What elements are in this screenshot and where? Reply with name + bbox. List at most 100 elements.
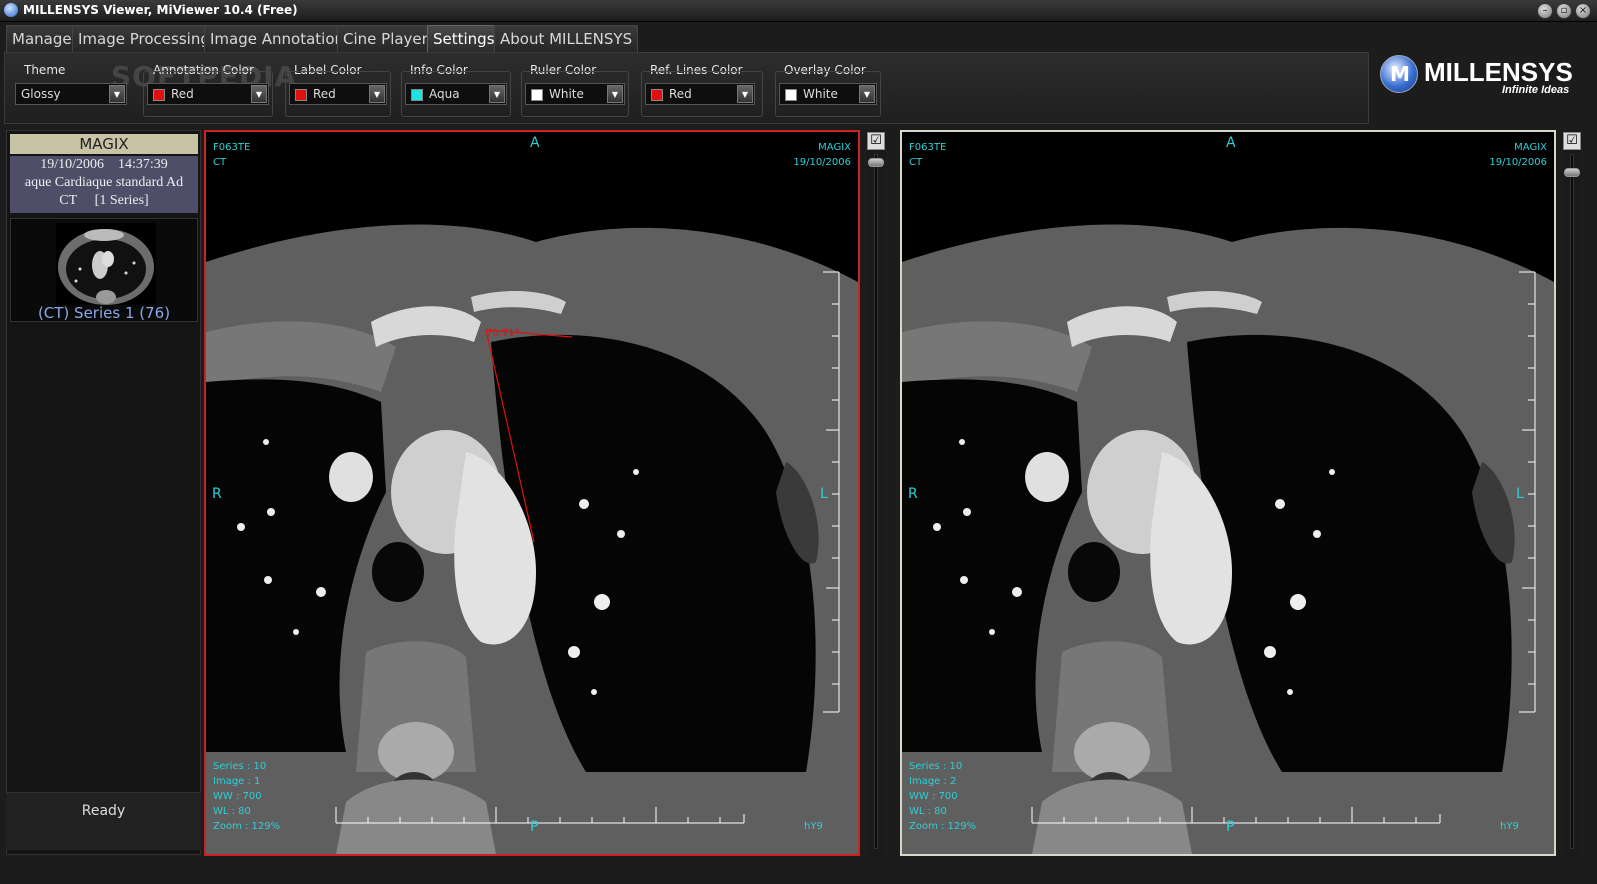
image-number: Image : 2 bbox=[909, 776, 957, 787]
color-swatch bbox=[785, 89, 797, 101]
viewport-2-image-info: Series : 10 Image : 2 WW : 700 WL : 80 Z… bbox=[909, 759, 976, 834]
color-swatch bbox=[295, 89, 307, 101]
logo-letter: M bbox=[1390, 62, 1410, 86]
series-thumbnail-item[interactable]: (CT) Series 1 (76) bbox=[10, 218, 198, 322]
label-color-select[interactable]: Red ▼ bbox=[289, 83, 387, 105]
window-title: MILLENSYS Viewer, MiViewer 10.4 (Free) bbox=[23, 3, 298, 17]
millensys-logo: M MILLENSYS Infinite Ideas bbox=[1380, 53, 1590, 108]
ref-lines-color-select[interactable]: Red ▼ bbox=[645, 83, 755, 105]
orientation-right: L bbox=[820, 486, 828, 502]
ruler-color-select[interactable]: White ▼ bbox=[525, 83, 625, 105]
overlay-color-select[interactable]: White ▼ bbox=[779, 83, 877, 105]
series-thumbnail-image[interactable] bbox=[56, 223, 156, 305]
orientation-left: R bbox=[212, 486, 222, 502]
tab-cine-player[interactable]: Cine Player bbox=[337, 25, 434, 52]
window-level: WL : 80 bbox=[213, 806, 251, 817]
maximize-icon[interactable]: ▫ bbox=[1556, 3, 1572, 19]
theme-label: Theme bbox=[24, 63, 66, 77]
minimize-icon[interactable]: – bbox=[1537, 3, 1553, 19]
status-text: Ready bbox=[81, 803, 126, 819]
study-time: 14:37:39 bbox=[118, 157, 168, 172]
institution: MAGIX bbox=[818, 142, 851, 153]
tab-settings[interactable]: Settings bbox=[427, 25, 501, 52]
chevron-down-icon[interactable]: ▼ bbox=[737, 85, 753, 103]
window-width: WW : 700 bbox=[213, 791, 262, 802]
image-number: Image : 1 bbox=[213, 776, 261, 787]
status-bar: Ready bbox=[6, 792, 201, 850]
chevron-down-icon[interactable]: ▼ bbox=[109, 85, 125, 103]
close-icon[interactable]: × bbox=[1575, 3, 1591, 19]
patient-id: F063TE bbox=[909, 142, 947, 153]
viewport-1-scrollbar[interactable]: ☑ bbox=[866, 130, 886, 856]
annotation-color-select[interactable]: Red ▼ bbox=[147, 83, 269, 105]
viewport-2-institution-info: MAGIX 19/10/2006 bbox=[1489, 140, 1547, 170]
orientation-bottom: P bbox=[1226, 819, 1235, 835]
corner-label: hY9 bbox=[1500, 821, 1519, 832]
color-swatch bbox=[531, 89, 543, 101]
info-color-select[interactable]: Aqua ▼ bbox=[405, 83, 507, 105]
institution: MAGIX bbox=[1514, 142, 1547, 153]
tab-about[interactable]: About MILLENSYS bbox=[494, 25, 639, 52]
window-level: WL : 80 bbox=[909, 806, 947, 817]
ct-image-2[interactable] bbox=[902, 132, 1554, 855]
zoom-level: Zoom : 129% bbox=[909, 821, 977, 832]
theme-select[interactable]: Glossy ▼ bbox=[15, 83, 127, 105]
chevron-down-icon[interactable]: ▼ bbox=[251, 85, 267, 103]
ref-lines-color-value: Red bbox=[669, 87, 692, 101]
logo-tagline: Infinite Ideas bbox=[1502, 84, 1570, 96]
tab-manage[interactable]: Manage bbox=[6, 25, 78, 52]
viewport-1-image-info: Series : 10 Image : 1 WW : 700 WL : 80 Z… bbox=[213, 759, 280, 834]
orientation-top: A bbox=[1226, 135, 1236, 151]
theme-value: Glossy bbox=[21, 87, 61, 101]
modality: CT bbox=[213, 157, 227, 168]
viewport-2-scrollbar[interactable]: ☑ bbox=[1562, 130, 1582, 856]
corner-label: hY9 bbox=[804, 821, 823, 832]
orientation-bottom: P bbox=[530, 819, 539, 835]
series-number: Series : 10 bbox=[909, 761, 963, 772]
study-date: 19/10/2006 bbox=[40, 157, 104, 172]
patient-id: F063TE bbox=[213, 142, 251, 153]
label-color-value: Red bbox=[313, 87, 336, 101]
chevron-down-icon[interactable]: ▼ bbox=[607, 85, 623, 103]
study-date-overlay: 19/10/2006 bbox=[1489, 157, 1547, 168]
angle-label: 70.71° bbox=[486, 328, 520, 339]
study-header[interactable]: MAGIX bbox=[10, 134, 198, 154]
orientation-top: A bbox=[530, 135, 540, 151]
modality: CT bbox=[909, 157, 923, 168]
info-color-value: Aqua bbox=[429, 87, 460, 101]
sync-checkbox-icon[interactable]: ☑ bbox=[867, 132, 885, 150]
ruler-color-value: White bbox=[549, 87, 584, 101]
tab-image-annotation[interactable]: Image Annotation bbox=[204, 25, 351, 52]
ct-image-1[interactable] bbox=[206, 132, 858, 855]
study-series-count: [1 Series] bbox=[94, 193, 149, 208]
viewport-2-patient-info: F063TE CT bbox=[909, 140, 946, 170]
viewport-2[interactable]: F063TE CT MAGIX 19/10/2006 A P R L Serie… bbox=[900, 130, 1556, 856]
series-label: (CT) Series 1 (76) bbox=[37, 304, 171, 322]
color-swatch bbox=[651, 89, 663, 101]
scroll-thumb[interactable] bbox=[868, 158, 884, 167]
app-icon[interactable] bbox=[4, 3, 18, 17]
study-browser: MAGIX 19/10/2006 14:37:39 aque Cardiaque… bbox=[6, 130, 201, 855]
tab-image-processing[interactable]: Image Processing bbox=[72, 25, 216, 52]
zoom-level: Zoom : 129% bbox=[213, 821, 281, 832]
sync-checkbox-icon[interactable]: ☑ bbox=[1563, 132, 1581, 150]
settings-ribbon: SOFTPEDIA Theme Glossy ▼ Annotation Colo… bbox=[4, 52, 1369, 124]
orientation-right: L bbox=[1516, 486, 1524, 502]
chevron-down-icon[interactable]: ▼ bbox=[489, 85, 505, 103]
scroll-thumb[interactable] bbox=[1564, 168, 1580, 177]
logo-orb-icon: M bbox=[1380, 55, 1418, 93]
viewport-1[interactable]: F063TE CT MAGIX 19/10/2006 A P R L 70.71… bbox=[204, 130, 860, 856]
chevron-down-icon[interactable]: ▼ bbox=[859, 85, 875, 103]
study-description: aque Cardiaque standard Ad bbox=[24, 175, 184, 190]
study-info[interactable]: 19/10/2006 14:37:39 aque Cardiaque stand… bbox=[10, 156, 198, 213]
overlay-color-value: White bbox=[803, 87, 838, 101]
scroll-track[interactable] bbox=[874, 154, 878, 849]
study-date-overlay: 19/10/2006 bbox=[793, 157, 851, 168]
scroll-track[interactable] bbox=[1570, 154, 1574, 849]
study-modality: CT bbox=[59, 193, 78, 208]
window-width: WW : 700 bbox=[909, 791, 958, 802]
series-number: Series : 10 bbox=[213, 761, 267, 772]
orientation-left: R bbox=[908, 486, 918, 502]
chevron-down-icon[interactable]: ▼ bbox=[369, 85, 385, 103]
title-bar: MILLENSYS Viewer, MiViewer 10.4 (Free) –… bbox=[0, 0, 1597, 22]
